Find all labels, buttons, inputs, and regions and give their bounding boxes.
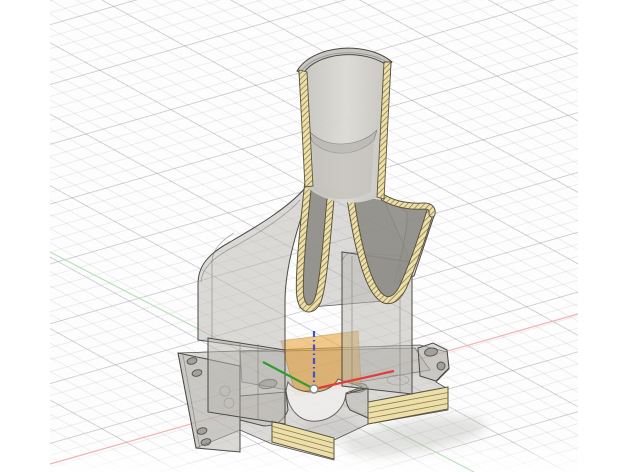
inlet-tube[interactable] [297, 48, 392, 203]
tab-side-hole [437, 362, 445, 370]
screenshot-root: { "viewport": { "kind": "cad-3d-viewport… [0, 0, 628, 472]
elbow-duct[interactable] [198, 188, 305, 352]
left-duct-column[interactable] [208, 338, 285, 424]
viewport-overlay [0, 0, 628, 472]
origin-dot[interactable] [310, 385, 318, 393]
duct-model[interactable] [178, 48, 449, 460]
